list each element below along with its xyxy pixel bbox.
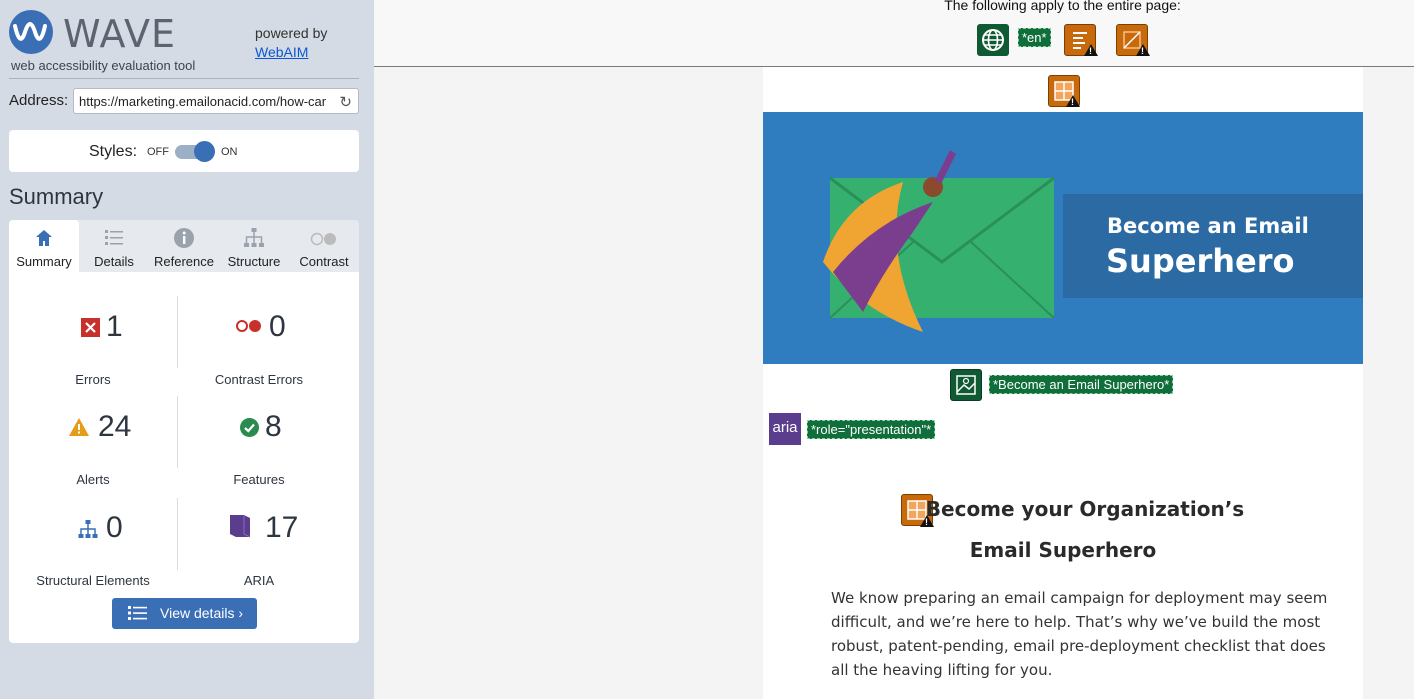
stat-aria[interactable]: 17 ARIA	[177, 491, 359, 588]
panel-tabs: Summary Details Reference Structure Cont…	[9, 220, 359, 272]
address-bar: Address: https://marketing.emailonacid.c…	[9, 88, 359, 114]
stat-alerts[interactable]: 24 Alerts	[9, 390, 177, 487]
powered-by: powered by WebAIM	[255, 24, 327, 62]
page-preview: The following apply to the entire page: …	[374, 0, 1414, 699]
address-label: Address:	[9, 92, 69, 109]
wave-logo-subtitle: web accessibility evaluation tool	[11, 58, 196, 73]
tab-reference-label: Reference	[154, 254, 214, 269]
role-label[interactable]: *role="presentation"*	[807, 420, 936, 439]
wave-logo-icon	[9, 10, 53, 54]
home-icon	[9, 226, 79, 250]
alert-badge-icon	[1066, 95, 1080, 107]
webaim-link[interactable]: WebAIM	[255, 44, 308, 60]
tab-details-label: Details	[94, 254, 134, 269]
structural-label: Structural Elements	[36, 573, 150, 588]
error-icon	[80, 318, 100, 338]
tab-details[interactable]: Details	[79, 220, 149, 272]
list-icon	[79, 226, 149, 250]
toggle-on-label: ON	[221, 146, 238, 158]
address-value: https://marketing.emailonacid.com/how-ca…	[79, 94, 327, 109]
structural-count: 0	[106, 511, 123, 544]
image-alt-text[interactable]: *Become an Email Superhero*	[989, 375, 1174, 394]
language-globe-icon[interactable]	[977, 24, 1009, 56]
styles-label: Styles:	[89, 143, 138, 160]
tab-structure-label: Structure	[227, 254, 281, 269]
tab-contrast[interactable]: Contrast	[289, 220, 359, 272]
list-icon	[128, 605, 148, 625]
wave-logo-text: WAVE	[63, 12, 177, 56]
view-details-button[interactable]: View details ›	[112, 598, 257, 629]
tab-summary[interactable]: Summary	[9, 220, 79, 272]
feature-icon	[239, 418, 259, 438]
stat-structural-elements[interactable]: 0 Structural Elements	[9, 491, 177, 588]
divider	[9, 78, 359, 79]
alert-badge-icon	[1136, 44, 1150, 56]
features-count: 8	[265, 410, 282, 443]
tab-structure[interactable]: Structure	[219, 220, 289, 272]
contrast-error-icon	[235, 318, 263, 338]
summary-heading: Summary	[9, 184, 104, 209]
styles-toggle-box: Styles: OFF ON	[9, 130, 359, 172]
aria-presentation-icon[interactable]: aria	[769, 413, 801, 445]
org-heading-line2: Email Superhero	[969, 538, 1157, 562]
styles-toggle-knob[interactable]	[194, 141, 215, 162]
tab-reference[interactable]: Reference	[149, 220, 219, 272]
stat-errors[interactable]: 1 Errors	[9, 290, 177, 387]
language-label[interactable]: *en*	[1018, 28, 1051, 47]
org-heading-line1: Become your Organization’s	[925, 497, 1245, 521]
features-label: Features	[233, 472, 285, 487]
contrast-errors-count: 0	[269, 310, 286, 343]
aria-icon	[228, 513, 252, 539]
wave-logo: WAVE web accessibility evaluation tool p…	[9, 10, 369, 76]
view-details-label: View details ›	[160, 605, 244, 621]
tab-summary-label: Summary	[16, 254, 72, 269]
alert-badge-icon	[1084, 44, 1098, 56]
summary-panel: 1 Errors 0 Contrast Errors 24 Alerts 8 F…	[9, 272, 359, 643]
alerts-count: 24	[98, 410, 132, 443]
sitemap-icon	[219, 226, 289, 250]
tab-contrast-label: Contrast	[299, 254, 349, 269]
refresh-icon[interactable]: ↻	[339, 93, 352, 111]
toggle-off-label: OFF	[147, 146, 169, 158]
structure-icon	[78, 519, 98, 539]
errors-count: 1	[106, 310, 123, 343]
intro-paragraph: We know preparing an email campaign for …	[831, 589, 1328, 679]
aria-count: 17	[265, 511, 299, 544]
info-icon	[149, 226, 219, 250]
hero-image: Become an Email Superhero	[763, 112, 1363, 364]
alert-icon	[69, 418, 89, 438]
contrast-errors-label: Contrast Errors	[214, 372, 304, 387]
stat-features[interactable]: 8 Features	[177, 390, 359, 487]
errors-label: Errors	[75, 372, 111, 387]
aria-label: ARIA	[243, 573, 275, 588]
hero-title-line1: Become an Email	[1107, 214, 1309, 238]
contrast-icon	[289, 226, 359, 250]
linked-image-icon[interactable]	[950, 369, 982, 401]
hero-title-line2: Superhero	[1106, 242, 1295, 280]
email-content: Become an Email Superhero *Become an Ema…	[763, 67, 1363, 699]
powered-by-text: powered by	[255, 25, 328, 41]
address-input[interactable]: https://marketing.emailonacid.com/how-ca…	[73, 88, 359, 114]
wave-sidebar: WAVE web accessibility evaluation tool p…	[0, 0, 374, 699]
alerts-label: Alerts	[76, 472, 110, 487]
applies-text: The following apply to the entire page:	[944, 0, 1181, 13]
stat-contrast-errors[interactable]: 0 Contrast Errors	[177, 290, 359, 387]
page-level-indicators: The following apply to the entire page: …	[374, 0, 1414, 67]
